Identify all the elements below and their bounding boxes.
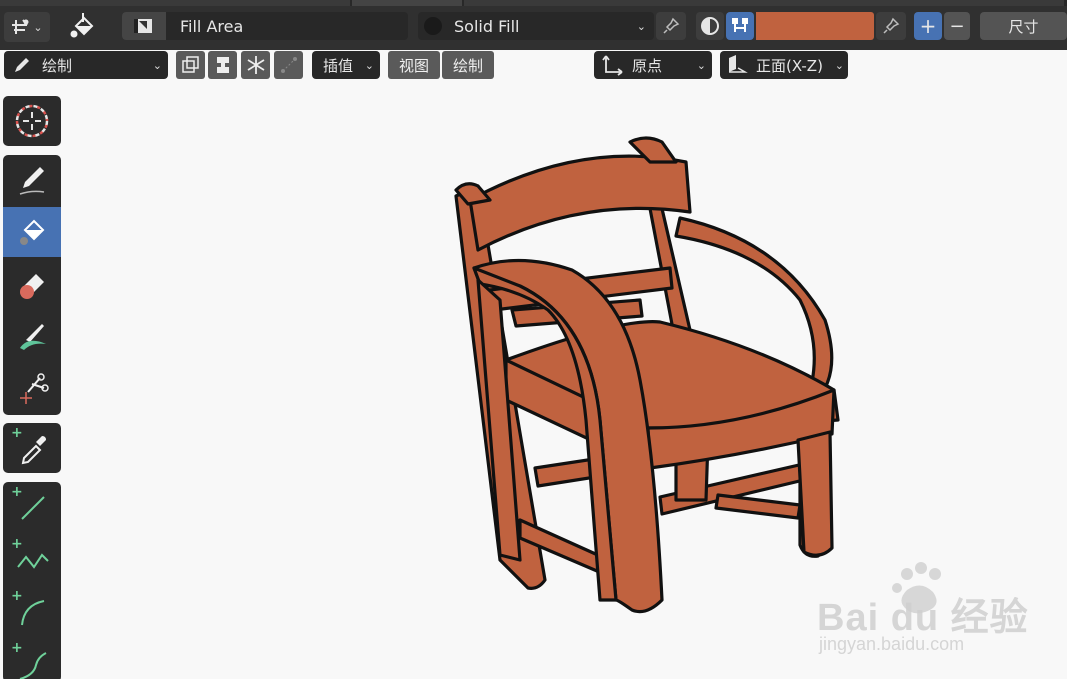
- color-mode-button[interactable]: [696, 12, 724, 40]
- chevron-down-icon: ⌄: [364, 58, 374, 72]
- eyedropper-tool[interactable]: +: [3, 423, 61, 473]
- pencil-icon: [19, 167, 45, 195]
- draw-mode-dropdown[interactable]: 绘制 ⌄: [4, 51, 168, 79]
- draw-mode-label: 绘制: [42, 56, 73, 75]
- arc-tool[interactable]: +: [3, 586, 61, 636]
- watermark-brand: Bai du 经验: [817, 597, 1029, 639]
- add-button[interactable]: +: [914, 12, 942, 40]
- pin-icon: [883, 17, 900, 34]
- draw-menu[interactable]: 绘制: [442, 51, 494, 79]
- chevron-down-icon: ⌄: [696, 58, 706, 72]
- brush-name: Fill Area: [180, 16, 244, 36]
- tool-settings-header: ⌄ Fill Area Solid Fill ⌄ + − 尺寸: [0, 0, 1067, 50]
- drawing-plane-label: 正面(X-Z): [756, 56, 823, 75]
- material-swatch-icon: [424, 17, 442, 35]
- top-tab-strip: [0, 0, 1067, 6]
- line-tool[interactable]: +: [3, 482, 61, 532]
- brush-name-field[interactable]: Fill Area: [122, 12, 408, 40]
- watermark-url: jingyan.baidu.com: [819, 634, 965, 654]
- color-mode-icon: [701, 17, 719, 35]
- chevron-down-icon: ⌄: [834, 58, 844, 72]
- bucket-icon: [20, 219, 45, 245]
- chevron-down-icon: ⌄: [152, 58, 162, 72]
- axis-origin-icon: [602, 55, 623, 76]
- cutter-tool[interactable]: [3, 363, 61, 413]
- view-menu[interactable]: 视图: [388, 51, 440, 79]
- pin-button[interactable]: [876, 12, 906, 40]
- pencil-icon: [15, 58, 29, 72]
- grease-pencil-object-icon: [12, 19, 29, 34]
- curve-tool[interactable]: +: [3, 638, 61, 679]
- chair-drawing: [454, 136, 840, 614]
- baidu-watermark: Bai du 经验 jingyan.baidu.com: [815, 560, 1065, 670]
- remove-button[interactable]: −: [944, 12, 970, 40]
- plane-icon: [729, 55, 748, 73]
- material-name: Solid Fill: [454, 16, 520, 36]
- top-strip-segment: [464, 0, 1064, 6]
- layer-lock-icon: [216, 57, 229, 73]
- add-icon: +: [11, 484, 23, 500]
- size-button[interactable]: 尺寸: [980, 12, 1067, 40]
- interpolate-label: 插值: [323, 56, 354, 75]
- toolbar-group-eyedropper: +: [3, 423, 61, 473]
- vertex-dots-icon: [280, 57, 297, 73]
- toolbar-group-shapes: + + + +: [3, 482, 61, 679]
- polyline-tool[interactable]: +: [3, 534, 61, 584]
- vertex-color-button[interactable]: [726, 12, 754, 40]
- cursor-tool[interactable]: [3, 96, 61, 146]
- snowflake-icon: [247, 56, 264, 74]
- color-swatch[interactable]: [756, 12, 874, 40]
- origin-dropdown[interactable]: 原点 ⌄: [594, 51, 712, 79]
- chevron-down-icon: ⌄: [636, 19, 646, 33]
- multiframe-icon: [181, 56, 199, 73]
- fill-brush-icon: [66, 12, 100, 42]
- autolock-button[interactable]: [208, 51, 237, 79]
- multiframe-button[interactable]: [176, 51, 205, 79]
- fill-tool[interactable]: [3, 207, 61, 257]
- toolbar-group-cursor: [3, 96, 61, 146]
- interpolate-dropdown[interactable]: 插值 ⌄: [312, 51, 380, 79]
- brush-icon: [20, 324, 46, 350]
- add-icon: +: [11, 588, 23, 604]
- toolbar-group-draw: [3, 155, 61, 415]
- pin-icon: [663, 17, 680, 34]
- cursor-icon: [15, 104, 49, 138]
- origin-label: 原点: [632, 56, 663, 75]
- drawing-plane-dropdown[interactable]: 正面(X-Z) ⌄: [720, 51, 848, 79]
- tint-tool[interactable]: [3, 311, 61, 361]
- top-strip-segment: [0, 0, 350, 6]
- material-dropdown[interactable]: Solid Fill ⌄: [418, 12, 654, 40]
- add-icon: +: [11, 640, 23, 656]
- scissors-icon: [20, 373, 49, 404]
- brush-preview-icon: [122, 12, 166, 40]
- pin-button[interactable]: [656, 12, 686, 40]
- add-icon: +: [11, 536, 23, 552]
- draw-tool[interactable]: [3, 155, 61, 205]
- mode-dropdown[interactable]: ⌄: [4, 12, 50, 42]
- vertex-select-button[interactable]: [274, 51, 303, 79]
- freeze-button[interactable]: [241, 51, 270, 79]
- erase-tool[interactable]: [3, 259, 61, 309]
- chevron-down-icon: ⌄: [33, 20, 43, 34]
- top-strip-segment: [352, 0, 462, 6]
- vertex-paint-icon: [732, 18, 748, 32]
- eraser-icon: [20, 274, 44, 299]
- add-icon: +: [11, 425, 23, 441]
